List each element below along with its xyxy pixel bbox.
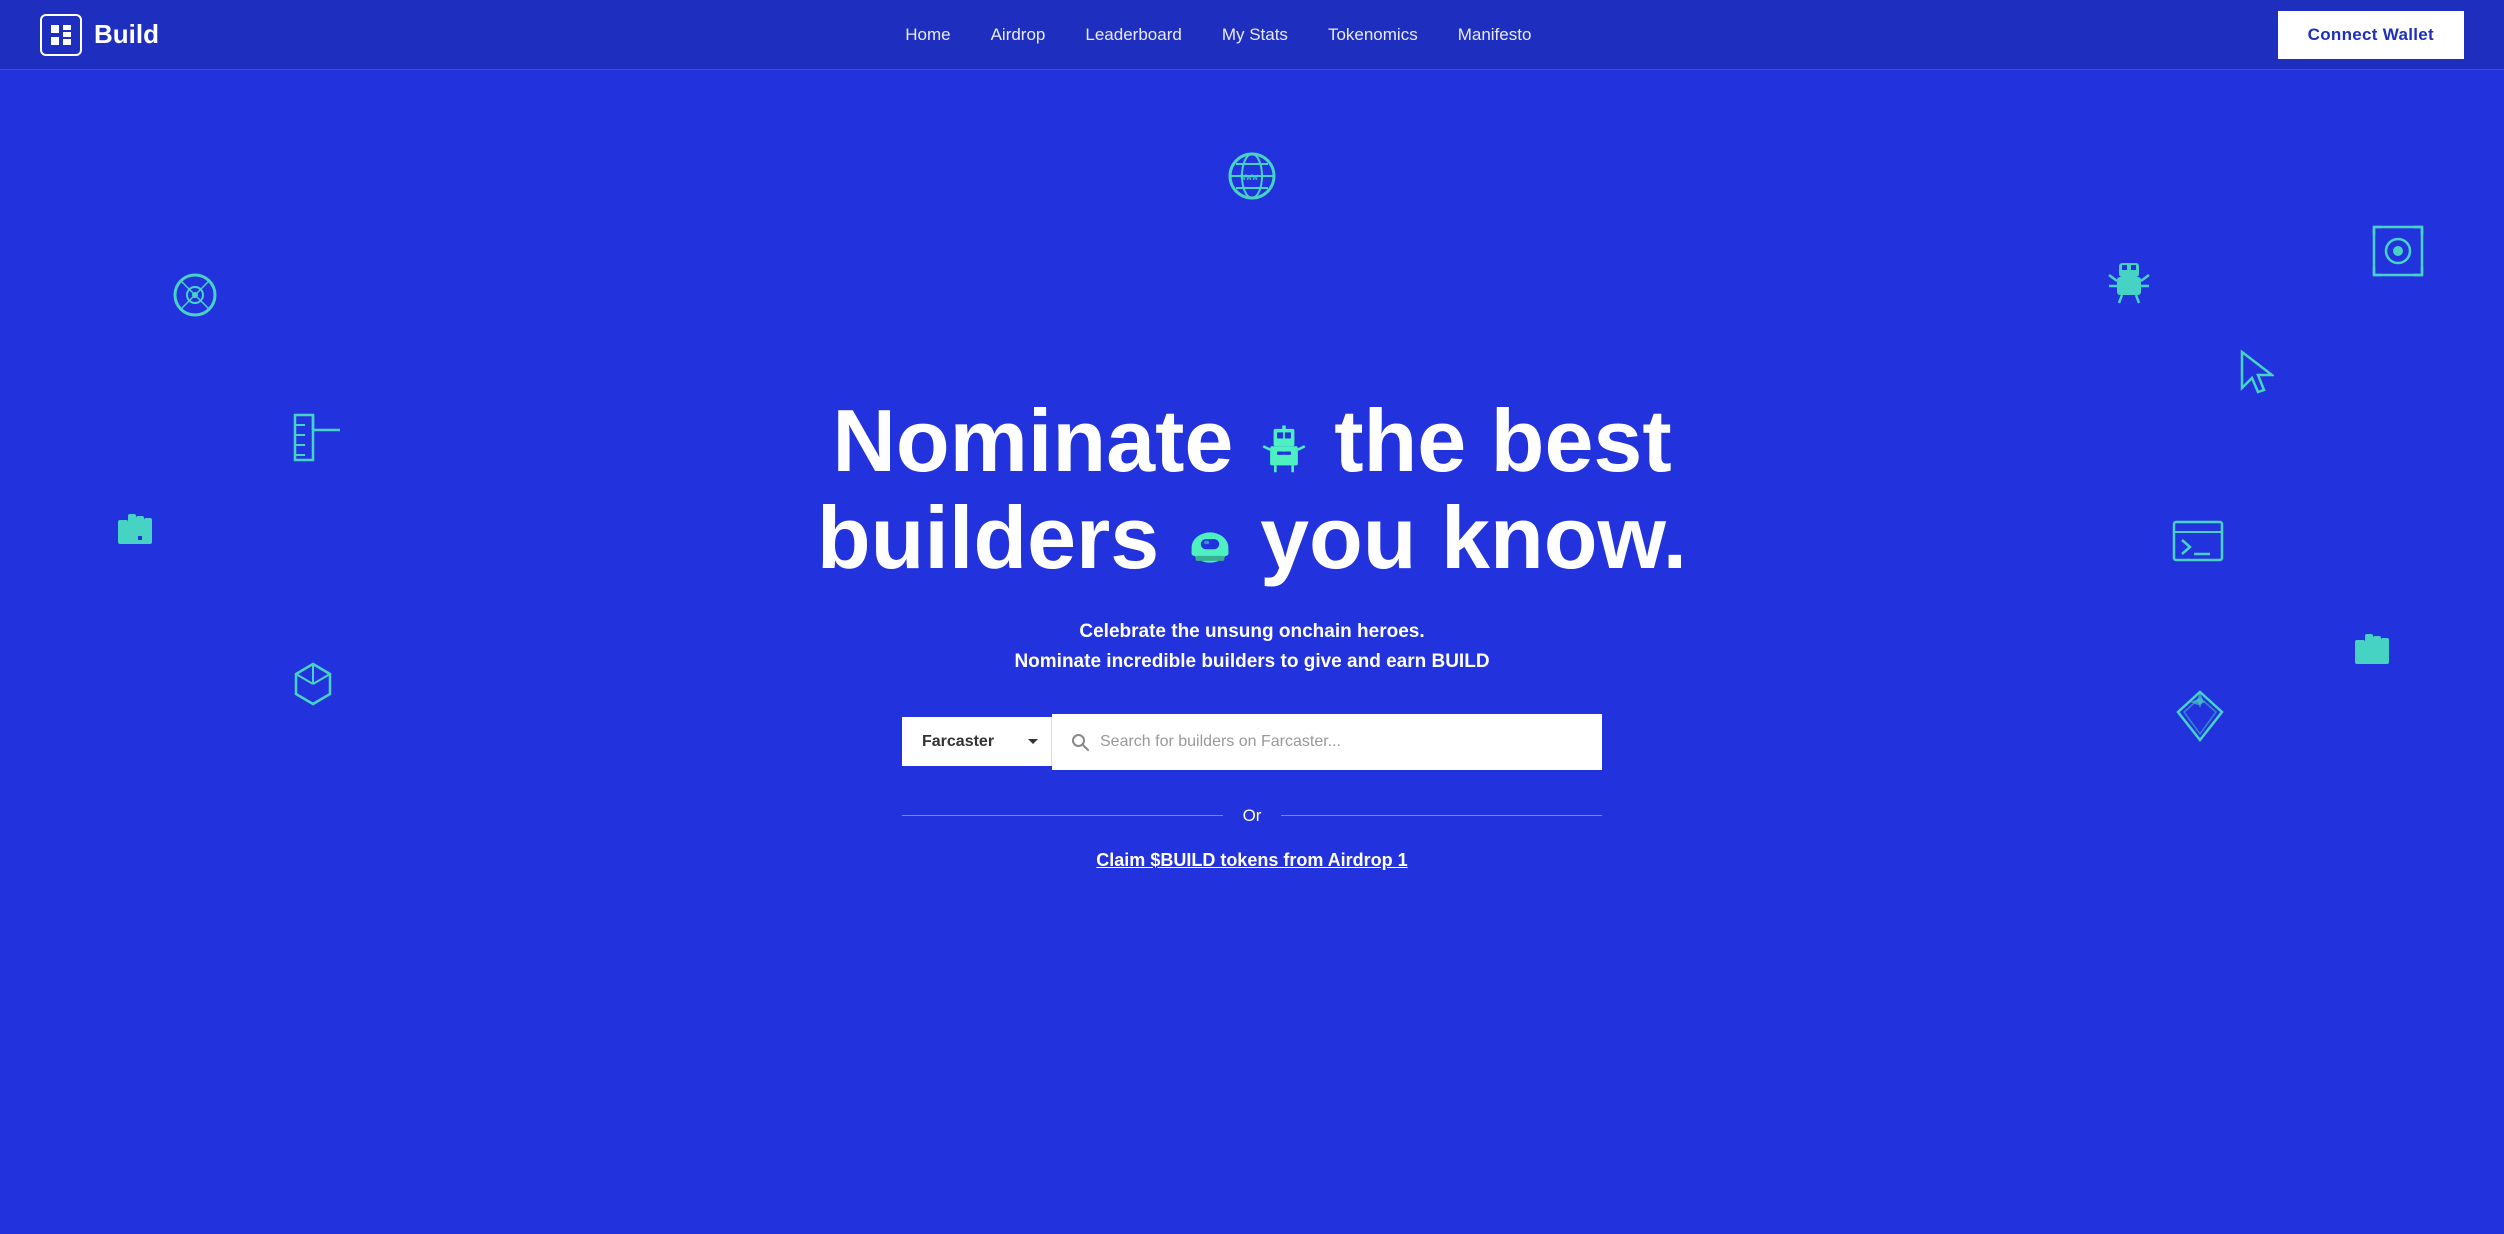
- title-you-know: you know.: [1260, 488, 1687, 587]
- nav-leaderboard[interactable]: Leaderboard: [1085, 25, 1181, 44]
- diamond-icon: [2176, 690, 2224, 749]
- search-row: Farcaster Lens Twitter: [902, 714, 1602, 770]
- hand-point-icon-left: [110, 500, 162, 560]
- title-the-best: the best: [1334, 391, 1671, 490]
- cd-icon: [170, 270, 220, 327]
- platform-select-wrapper: Farcaster Lens Twitter: [902, 717, 1052, 766]
- connect-wallet-button[interactable]: Connect Wallet: [2278, 11, 2464, 59]
- nav-manifesto[interactable]: Manifesto: [1458, 25, 1532, 44]
- hero-title: Nominate the best builders: [817, 393, 1687, 587]
- hero-subtitle: Celebrate the unsung onchain heroes. Nom…: [1014, 617, 1489, 678]
- nav-menu: Home Airdrop Leaderboard My Stats Tokeno…: [905, 25, 1531, 45]
- cube-icon: [290, 660, 336, 712]
- globe-icon: www: [1226, 150, 1278, 209]
- nav-tokenomics[interactable]: Tokenomics: [1328, 25, 1418, 44]
- title-nominate: Nominate: [832, 391, 1233, 490]
- search-icon: [1070, 732, 1090, 752]
- cursor-icon: [2238, 350, 2274, 400]
- platform-select[interactable]: Farcaster Lens Twitter: [902, 717, 1052, 766]
- nav-airdrop[interactable]: Airdrop: [991, 25, 1046, 44]
- bug-icon: [2104, 255, 2154, 312]
- navbar: Build Home Airdrop Leaderboard My Stats …: [0, 0, 2504, 70]
- nav-home[interactable]: Home: [905, 25, 950, 44]
- logo-icon: [40, 14, 82, 56]
- or-line-left: [902, 815, 1223, 816]
- or-divider: Or: [902, 806, 1602, 826]
- svg-text:www: www: [1240, 172, 1259, 183]
- terminal-icon: [2172, 520, 2224, 569]
- search-input-wrapper: [1052, 714, 1602, 770]
- hero-section: www: [0, 70, 2504, 1234]
- logo-text: Build: [94, 19, 159, 50]
- or-line-right: [1281, 815, 1602, 816]
- hand-point-icon-right: [2347, 620, 2399, 679]
- helmet-icon: [1184, 519, 1236, 571]
- logo[interactable]: Build: [40, 14, 159, 56]
- subtitle-line2: Nominate incredible builders to give and…: [1014, 651, 1489, 672]
- title-builders: builders: [817, 488, 1159, 587]
- ruler-icon: [290, 410, 345, 472]
- eye-icon: [2372, 225, 2424, 283]
- nav-my-stats[interactable]: My Stats: [1222, 25, 1288, 44]
- claim-link[interactable]: Claim $BUILD tokens from Airdrop 1: [1096, 850, 1407, 871]
- robot-icon: [1258, 422, 1310, 474]
- or-text: Or: [1243, 806, 1262, 826]
- subtitle-line1: Celebrate the unsung onchain heroes.: [1079, 621, 1424, 642]
- search-input[interactable]: [1100, 733, 1584, 751]
